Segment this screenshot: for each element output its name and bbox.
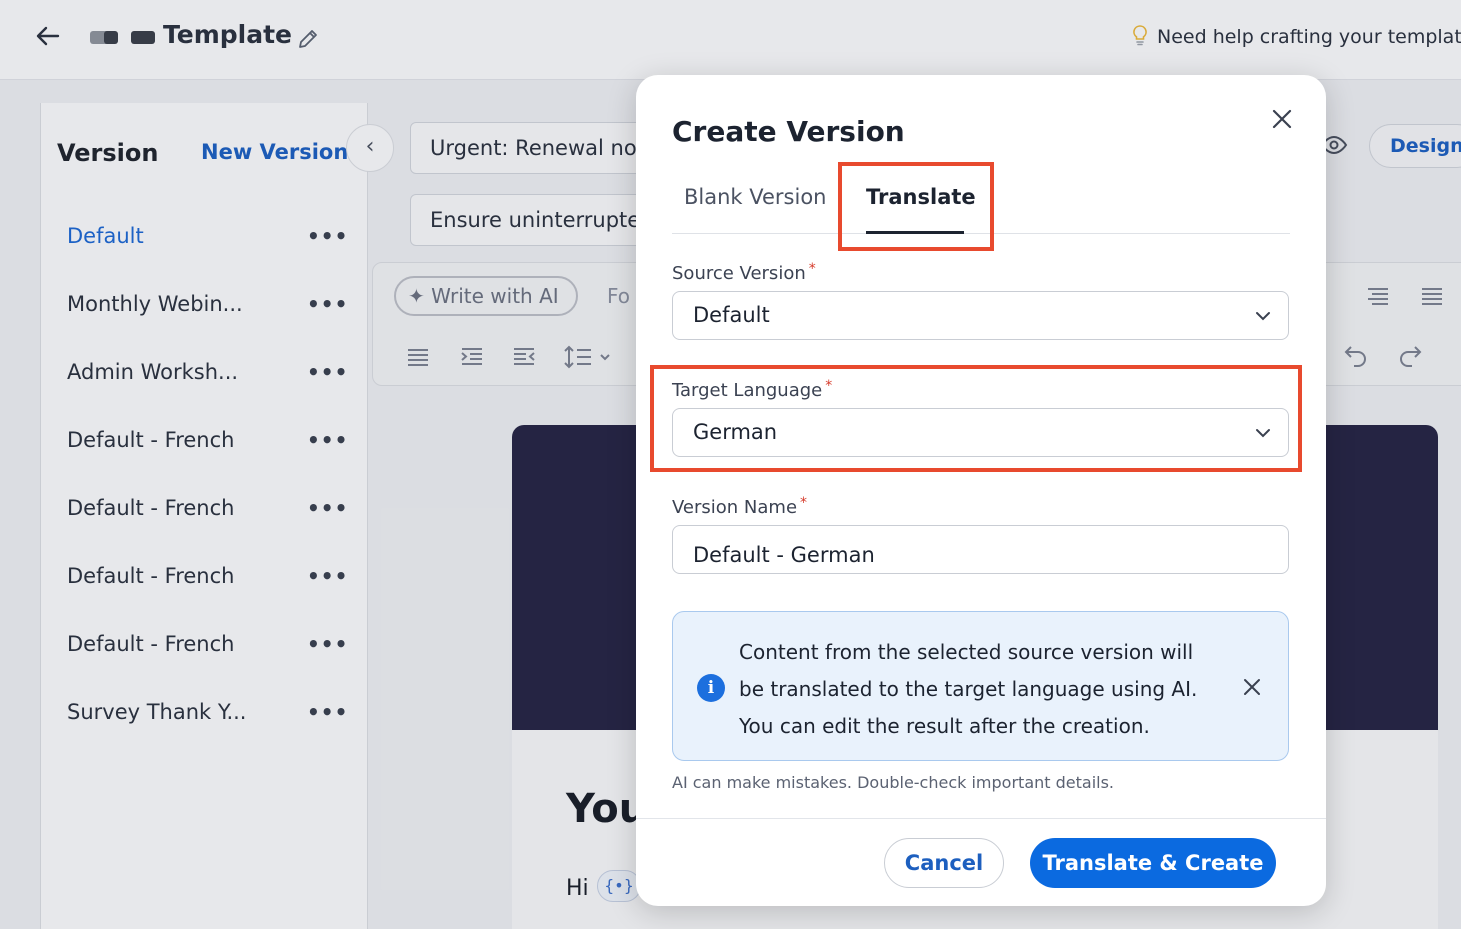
- source-version-select[interactable]: Default: [672, 291, 1289, 340]
- required-mark: *: [800, 495, 808, 511]
- source-version-value: Default: [693, 303, 770, 327]
- cancel-button[interactable]: Cancel: [884, 838, 1004, 888]
- create-version-dialog: Create Version Blank Version Translate S…: [636, 75, 1326, 906]
- version-name-input[interactable]: [672, 525, 1289, 574]
- highlight-outline-target-language: [650, 365, 1302, 472]
- tab-blank-version[interactable]: Blank Version: [684, 185, 826, 209]
- info-message: Content from the selected source version…: [739, 640, 1198, 738]
- dialog-title: Create Version: [672, 115, 905, 148]
- source-version-label: Source Version *: [672, 261, 816, 284]
- dismiss-info-icon[interactable]: [1241, 676, 1263, 698]
- close-icon[interactable]: [1268, 105, 1296, 133]
- version-name-label: Version Name *: [672, 495, 808, 518]
- info-banner: i Content from the selected source versi…: [672, 611, 1289, 761]
- ai-disclaimer: AI can make mistakes. Double-check impor…: [672, 773, 1115, 792]
- translate-create-button[interactable]: Translate & Create: [1030, 838, 1276, 888]
- info-icon: i: [697, 674, 725, 702]
- footer-divider: [636, 818, 1326, 819]
- required-mark: *: [808, 261, 816, 277]
- chevron-down-icon: [1256, 312, 1270, 321]
- highlight-outline-tab: [838, 162, 994, 251]
